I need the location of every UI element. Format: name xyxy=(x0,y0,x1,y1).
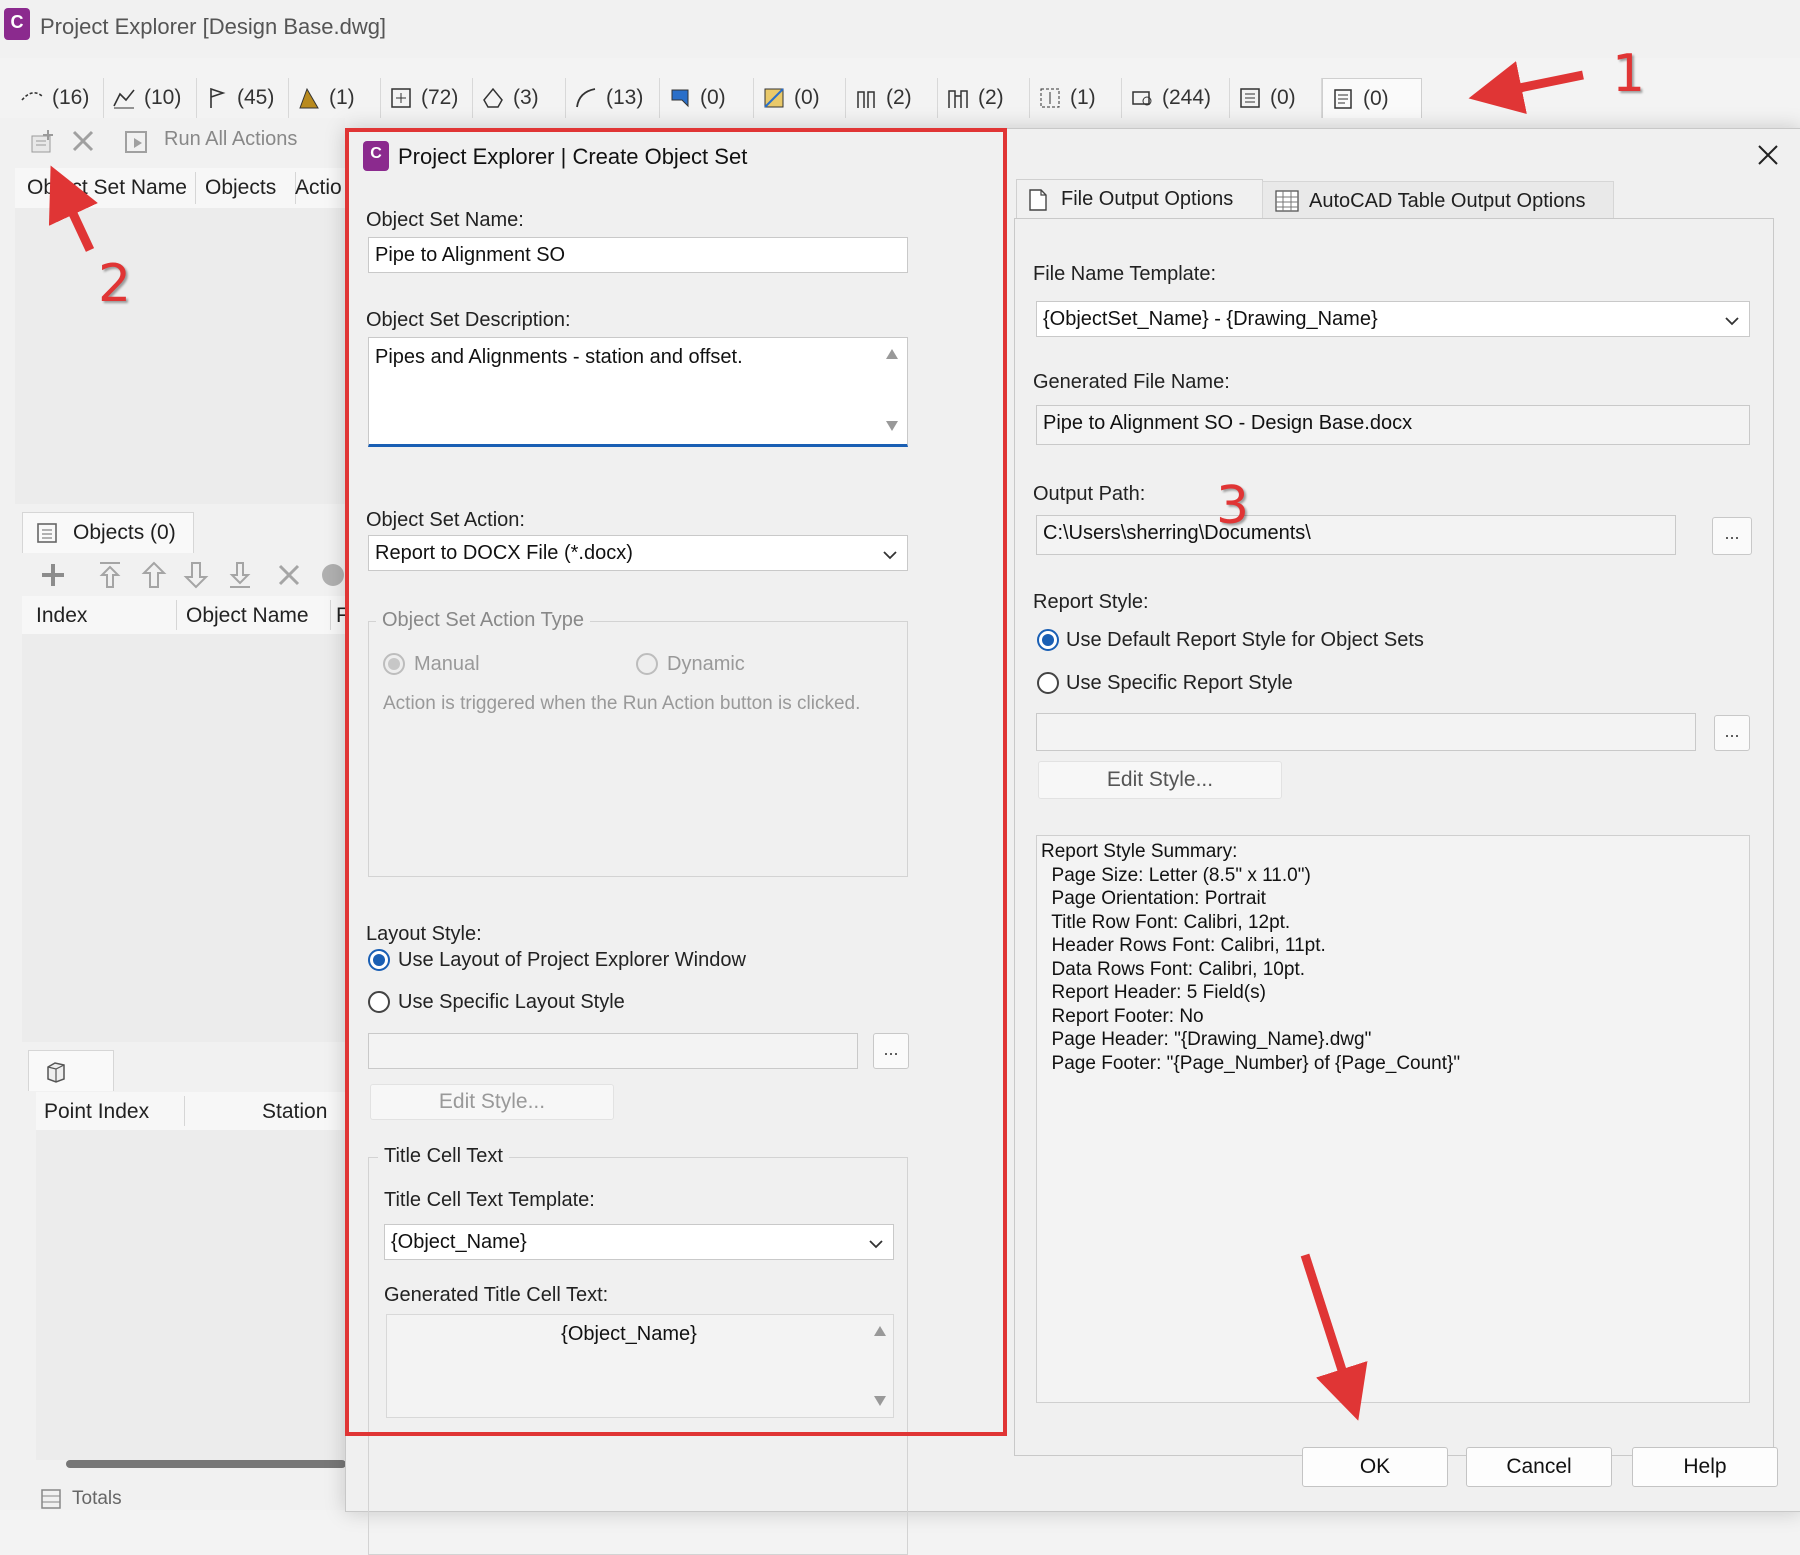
annotation-number-3: 3 xyxy=(1216,476,1250,536)
annotation-number-1: 1 xyxy=(1612,44,1646,104)
annotation-number-2: 2 xyxy=(98,254,132,314)
arrow-ok xyxy=(1300,1253,1368,1421)
annotation-arrows xyxy=(48,61,1584,1421)
arrow-1 xyxy=(1468,61,1584,115)
arrow-2 xyxy=(48,165,98,252)
